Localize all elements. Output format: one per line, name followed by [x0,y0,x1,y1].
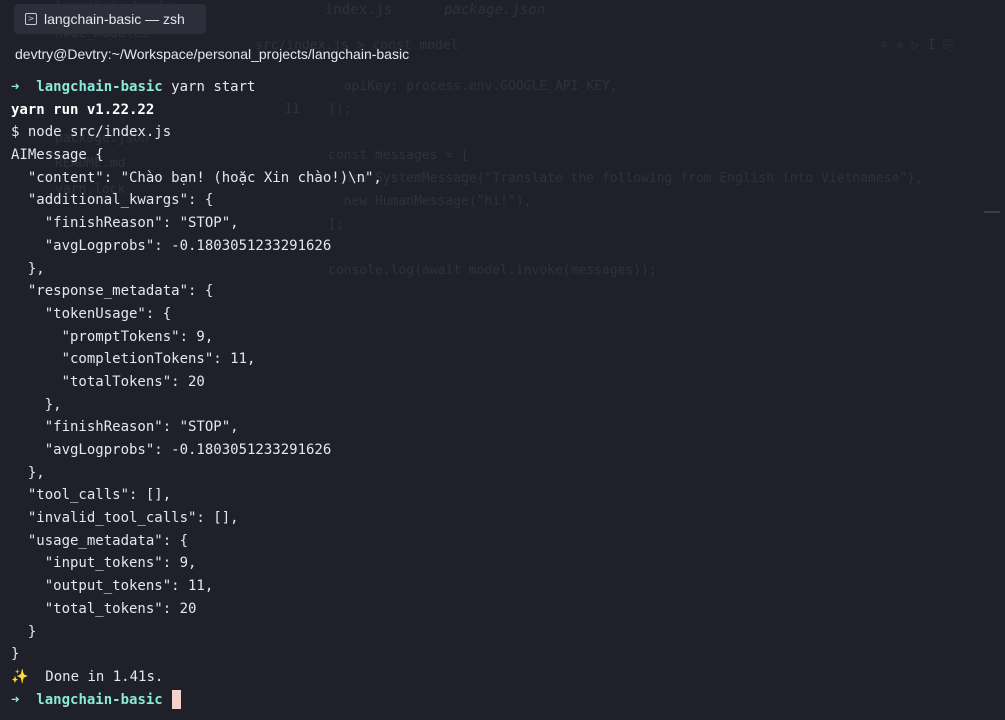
working-directory-path: devtry@Devtry:~/Workspace/personal_proje… [15,46,410,62]
output-line: "content": "Chào bạn! (hoặc Xin chào!)\n… [11,169,382,186]
prompt-line: ➜ langchain-basic [11,689,1005,712]
terminal-tab-title: langchain-basic — zsh [44,11,185,27]
done-line: ✨ Done in 1.41s. [11,666,1005,689]
prompt-arrow-icon: ➜ [11,79,20,95]
prompt-arrow-icon: ➜ [11,691,20,708]
output-line: "total_tokens": 20 [11,600,197,617]
output-line: "avgLogprobs": -0.1803051233291626 [11,442,332,458]
terminal-tab[interactable]: > langchain-basic — zsh [14,4,206,34]
output-line: }, [11,396,62,413]
cursor-block[interactable] [172,690,182,710]
editor-toolbar-icons: ⌕✲▷I⎘ [880,38,962,53]
sparkles-icon: ✨ [11,668,29,685]
command-text: yarn start [171,79,256,95]
prompt-line: ➜ langchain-basic yarn start [11,76,1005,99]
output-line: "tokenUsage": { [11,305,172,322]
output-line: }, [11,260,45,277]
yarn-header: yarn run v1.22.22 [11,101,155,118]
output-line: "tool_calls": [], [11,487,172,504]
output-line: "promptTokens": 9, [11,328,214,345]
output-line: "usage_metadata": { [11,532,189,549]
output-line: } [11,623,37,640]
node-command: $ node src/index.js [11,124,172,141]
output-line: "finishReason": "STOP", [11,215,239,232]
output-line: "input_tokens": 9, [11,555,197,572]
output-line: }, [11,464,45,481]
prompt-directory: langchain-basic [36,79,163,95]
terminal-output[interactable]: ➜ langchain-basic yarn start yarn run v1… [11,76,1005,711]
done-text: Done in 1.41s. [28,668,164,685]
output-line: AIMessage { [11,147,104,164]
output-line: "output_tokens": 11, [11,578,214,595]
output-line: "finishReason": "STOP", [11,419,239,436]
output-line: "completionTokens": 11, [11,351,256,368]
prompt-directory: langchain-basic [36,691,163,708]
output-line: "additional_kwargs": { [11,192,214,209]
output-line: "invalid_tool_calls": [], [11,510,239,527]
output-line: } [11,646,20,663]
output-line: "avgLogprobs": -0.1803051233291626 [11,237,332,254]
terminal-title-bar: > langchain-basic — zsh [0,0,1005,40]
terminal-icon: > [25,13,37,25]
output-line: "totalTokens": 20 [11,373,205,390]
output-line: "response_metadata": { [11,283,214,300]
